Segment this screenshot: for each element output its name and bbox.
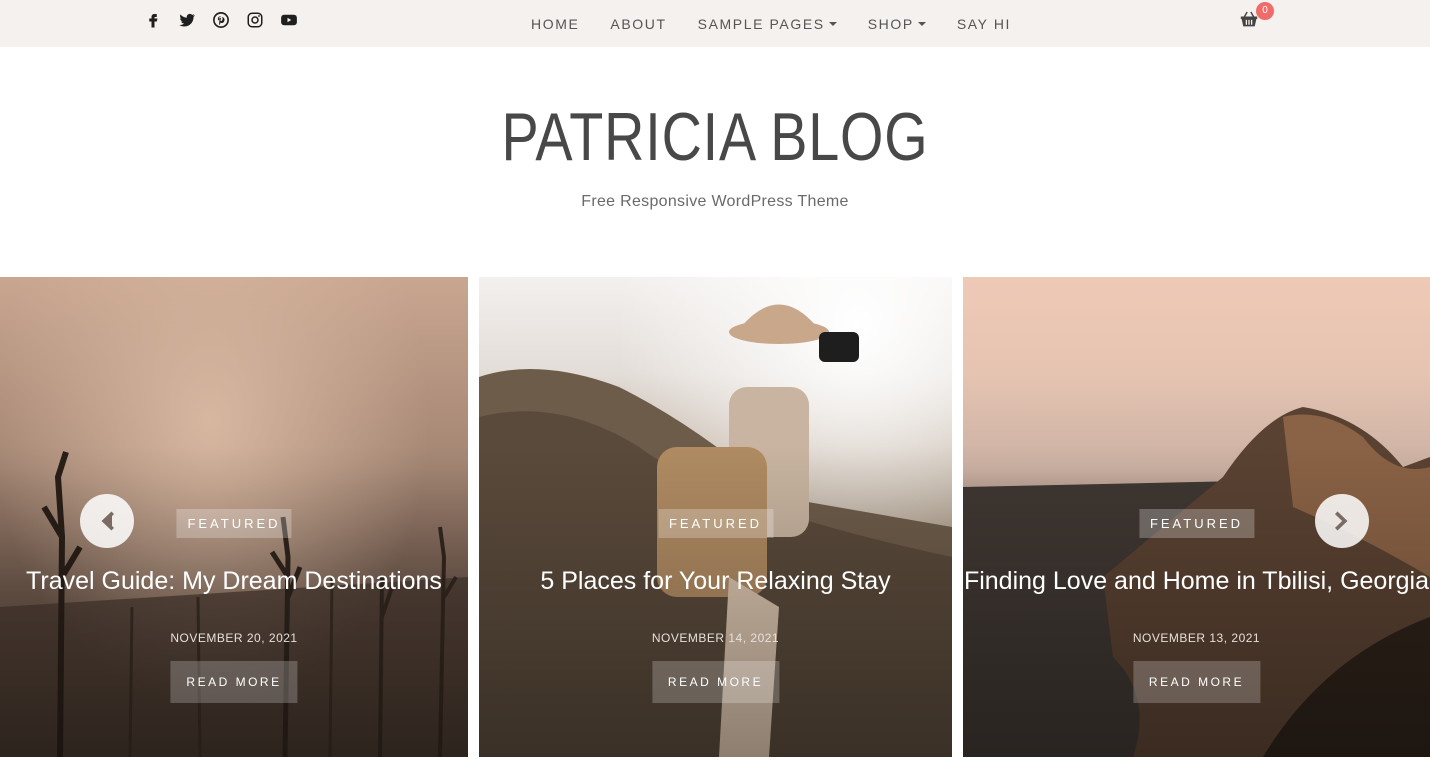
nav-item-label: SAY HI (956, 15, 1012, 32)
chevron-right-icon (1335, 511, 1348, 531)
top-bar: HOME ABOUT SAMPLE PAGES SHOP SAY HI 0 (0, 0, 1430, 47)
slide-title[interactable]: Travel Guide: My Dream Destinations (0, 567, 468, 596)
featured-slide[interactable]: FEATURED Travel Guide: My Dream Destinat… (0, 277, 468, 757)
nav-item-label: SAMPLE PAGES (697, 15, 825, 32)
nav-item-say-hi[interactable]: SAY HI (957, 16, 1011, 32)
nav-item-home[interactable]: HOME (531, 16, 579, 32)
nav-item-label: ABOUT (610, 15, 667, 32)
slide-date: NOVEMBER 20, 2021 (170, 631, 298, 645)
featured-slide[interactable]: FEATURED 5 Places for Your Relaxing Stay… (479, 277, 952, 757)
slide-date: NOVEMBER 13, 2021 (1132, 631, 1261, 645)
nav-item-shop[interactable]: SHOP (868, 16, 926, 32)
nav-item-about[interactable]: ABOUT (610, 16, 666, 32)
slider-prev-button[interactable] (80, 494, 134, 548)
read-more-button[interactable]: READ MORE (651, 661, 780, 703)
slider-next-button[interactable] (1315, 494, 1369, 548)
caret-down-icon (828, 21, 837, 26)
social-links (144, 11, 298, 29)
slide-date: NOVEMBER 14, 2021 (651, 631, 780, 645)
nav-item-sample-pages[interactable]: SAMPLE PAGES (698, 16, 837, 32)
slide-title[interactable]: Finding Love and Home in Tbilisi, Georgi… (963, 567, 1430, 596)
featured-label: FEATURED (1138, 509, 1255, 538)
read-more-button[interactable]: READ MORE (1132, 661, 1261, 703)
pinterest-icon[interactable] (212, 11, 230, 29)
main-nav: HOME ABOUT SAMPLE PAGES SHOP SAY HI (531, 0, 1011, 47)
read-more-button[interactable]: READ MORE (170, 661, 298, 703)
site-title[interactable]: PATRICIA BLOG (129, 98, 1302, 176)
cart-count-badge: 0 (1256, 2, 1274, 20)
facebook-icon[interactable] (144, 11, 162, 29)
nav-item-label: SHOP (867, 15, 914, 32)
youtube-icon[interactable] (280, 11, 298, 29)
instagram-icon[interactable] (246, 11, 264, 29)
nav-item-label: HOME (531, 15, 580, 32)
chevron-left-icon (101, 511, 114, 531)
slide-title[interactable]: 5 Places for Your Relaxing Stay (479, 567, 952, 596)
caret-down-icon (917, 21, 926, 26)
featured-label: FEATURED (176, 509, 292, 538)
featured-label: FEATURED (657, 509, 774, 538)
site-tagline: Free Responsive WordPress Theme (581, 193, 849, 210)
twitter-icon[interactable] (178, 11, 196, 29)
